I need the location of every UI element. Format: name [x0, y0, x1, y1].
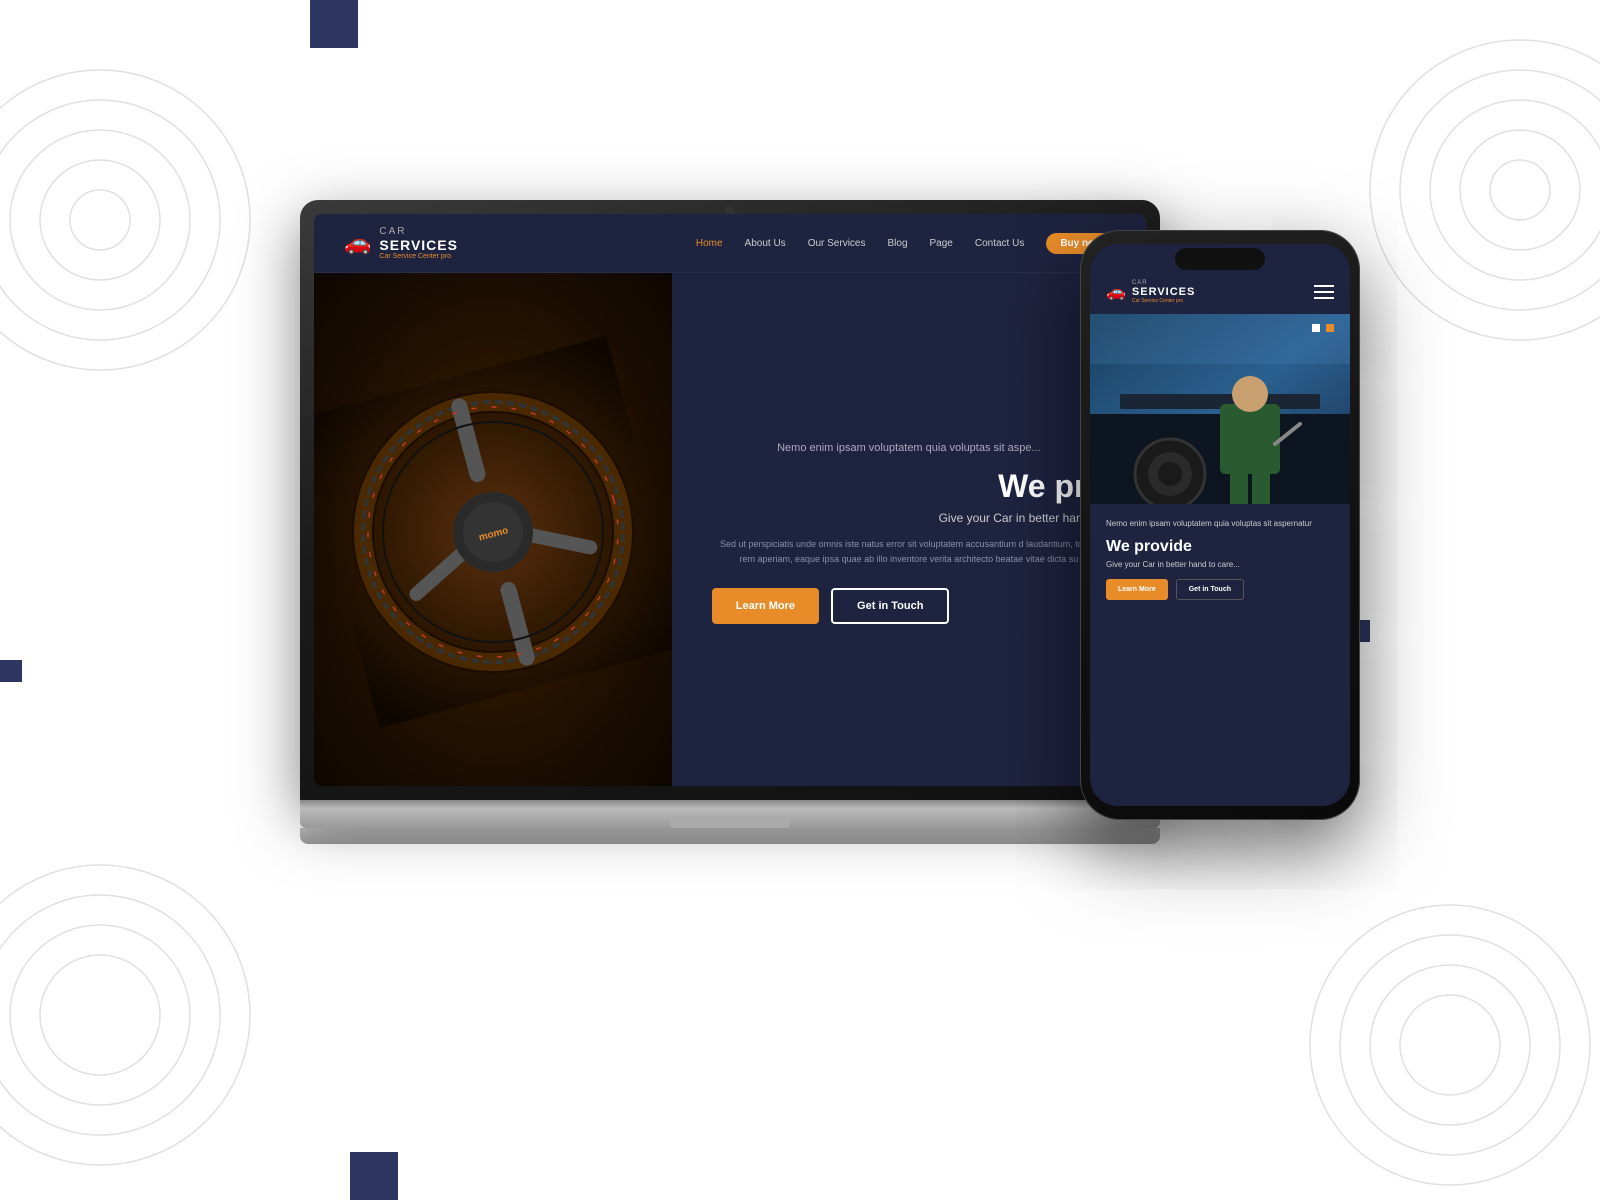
phone-learn-more-button[interactable]: Learn More: [1106, 579, 1168, 600]
hero-title: We pro: [712, 468, 1106, 505]
phone-hero-buttons: Learn More Get in Touch: [1106, 579, 1334, 600]
hero-content-panel: Nemo enim ipsam voluptatem quia voluptas…: [672, 273, 1146, 786]
phone-hero-image: [1090, 314, 1350, 504]
hero-description: Sed ut perspiciatis unde omnis iste natu…: [712, 537, 1106, 566]
nav-page[interactable]: Page: [930, 238, 953, 249]
phone-body: 🚗 CAR SERVICES Car Service Center pro: [1080, 230, 1360, 820]
phone-hero-tagline: Give your Car in better hand to care...: [1106, 560, 1334, 569]
phone-hero-title: We provide: [1106, 538, 1334, 556]
laptop-screen: 🚗 CAR SERVICES Car Service Center pro Ho…: [314, 214, 1146, 786]
hamburger-line-3: [1314, 297, 1334, 299]
nav-about[interactable]: About Us: [745, 238, 786, 249]
nav-contact[interactable]: Contact Us: [975, 238, 1024, 249]
hero-tagline: Give your Car in better hand t...: [712, 511, 1106, 525]
phone-mockup: 🚗 CAR SERVICES Car Service Center pro: [1080, 230, 1360, 820]
learn-more-button[interactable]: Learn More: [712, 588, 819, 624]
laptop-base: [300, 800, 1160, 828]
site-hero: momo Nemo enim ipsam voluptatem quia v: [314, 273, 1146, 786]
phone-services-label: SERVICES: [1132, 286, 1195, 298]
phone-hero-subtitle: Nemo enim ipsam voluptatem quia voluptas…: [1106, 518, 1334, 530]
phone-get-in-touch-button[interactable]: Get in Touch: [1176, 579, 1244, 600]
phone-hero-content: Nemo enim ipsam voluptatem quia voluptas…: [1090, 504, 1350, 614]
phone-logo-group: 🚗 CAR SERVICES Car Service Center pro: [1106, 280, 1195, 304]
nav-links: Home About Us Our Services Blog Page Con…: [696, 233, 1116, 254]
laptop-foot: [300, 828, 1160, 844]
phone-notch: [1175, 248, 1265, 270]
main-content: 🚗 CAR SERVICES Car Service Center pro Ho…: [0, 0, 1600, 1200]
nav-home[interactable]: Home: [696, 238, 723, 249]
hamburger-line-1: [1314, 285, 1334, 287]
hero-subtitle: Nemo enim ipsam voluptatem quia voluptas…: [712, 440, 1106, 457]
nav-blog[interactable]: Blog: [887, 238, 907, 249]
phone-screen: 🚗 CAR SERVICES Car Service Center pro: [1090, 244, 1350, 806]
hero-buttons: Learn More Get in Touch: [712, 588, 1106, 624]
phone-logo-icon: 🚗: [1106, 282, 1126, 302]
get-in-touch-button[interactable]: Get in Touch: [831, 588, 949, 624]
devices-wrapper: 🚗 CAR SERVICES Car Service Center pro Ho…: [250, 150, 1350, 1050]
hamburger-line-2: [1314, 291, 1334, 293]
phone-tagline: Car Service Center pro: [1132, 298, 1195, 304]
phone-dot-orange: [1326, 324, 1334, 332]
logo-car-label: CAR: [379, 226, 458, 237]
phone-dot-white: [1312, 324, 1320, 332]
site-navbar: 🚗 CAR SERVICES Car Service Center pro Ho…: [314, 214, 1146, 273]
laptop-mockup: 🚗 CAR SERVICES Car Service Center pro Ho…: [300, 200, 1160, 860]
logo-tagline: Car Service Center pro: [379, 253, 458, 260]
nav-services[interactable]: Our Services: [808, 238, 866, 249]
logo-services-label: SERVICES: [379, 237, 458, 253]
hero-image-panel: momo: [314, 273, 672, 786]
steering-wheel-image: momo: [314, 273, 672, 786]
phone-logo-text: CAR SERVICES Car Service Center pro: [1132, 280, 1195, 304]
logo-car-icon: 🚗: [344, 230, 371, 256]
hamburger-menu-button[interactable]: [1314, 285, 1334, 299]
logo-text-group: CAR SERVICES Car Service Center pro: [379, 226, 458, 260]
laptop-body: 🚗 CAR SERVICES Car Service Center pro Ho…: [300, 200, 1160, 800]
site-logo: 🚗 CAR SERVICES Car Service Center pro: [344, 226, 458, 260]
phone-mechanic-image: [1090, 314, 1350, 504]
